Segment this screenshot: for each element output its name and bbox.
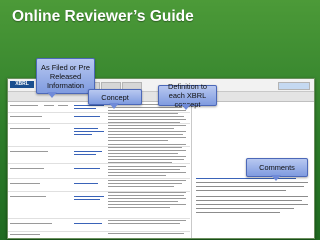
slide-title: Online Reviewer’s Guide bbox=[12, 8, 194, 25]
app-logo: XBRL bbox=[10, 81, 34, 88]
financial-data-pane bbox=[8, 92, 190, 238]
definition-column bbox=[108, 102, 188, 238]
as-filed-callout: As Filed or Pre Released Information bbox=[36, 58, 95, 94]
comments-pointer-icon bbox=[271, 175, 281, 181]
definition-callout: Definition to each XBRL concept bbox=[158, 82, 217, 109]
as-filed-pointer-icon bbox=[47, 92, 57, 98]
toolbar-tab[interactable] bbox=[278, 82, 310, 90]
definition-pointer-icon bbox=[181, 104, 191, 110]
concept-pointer-icon bbox=[109, 103, 119, 109]
